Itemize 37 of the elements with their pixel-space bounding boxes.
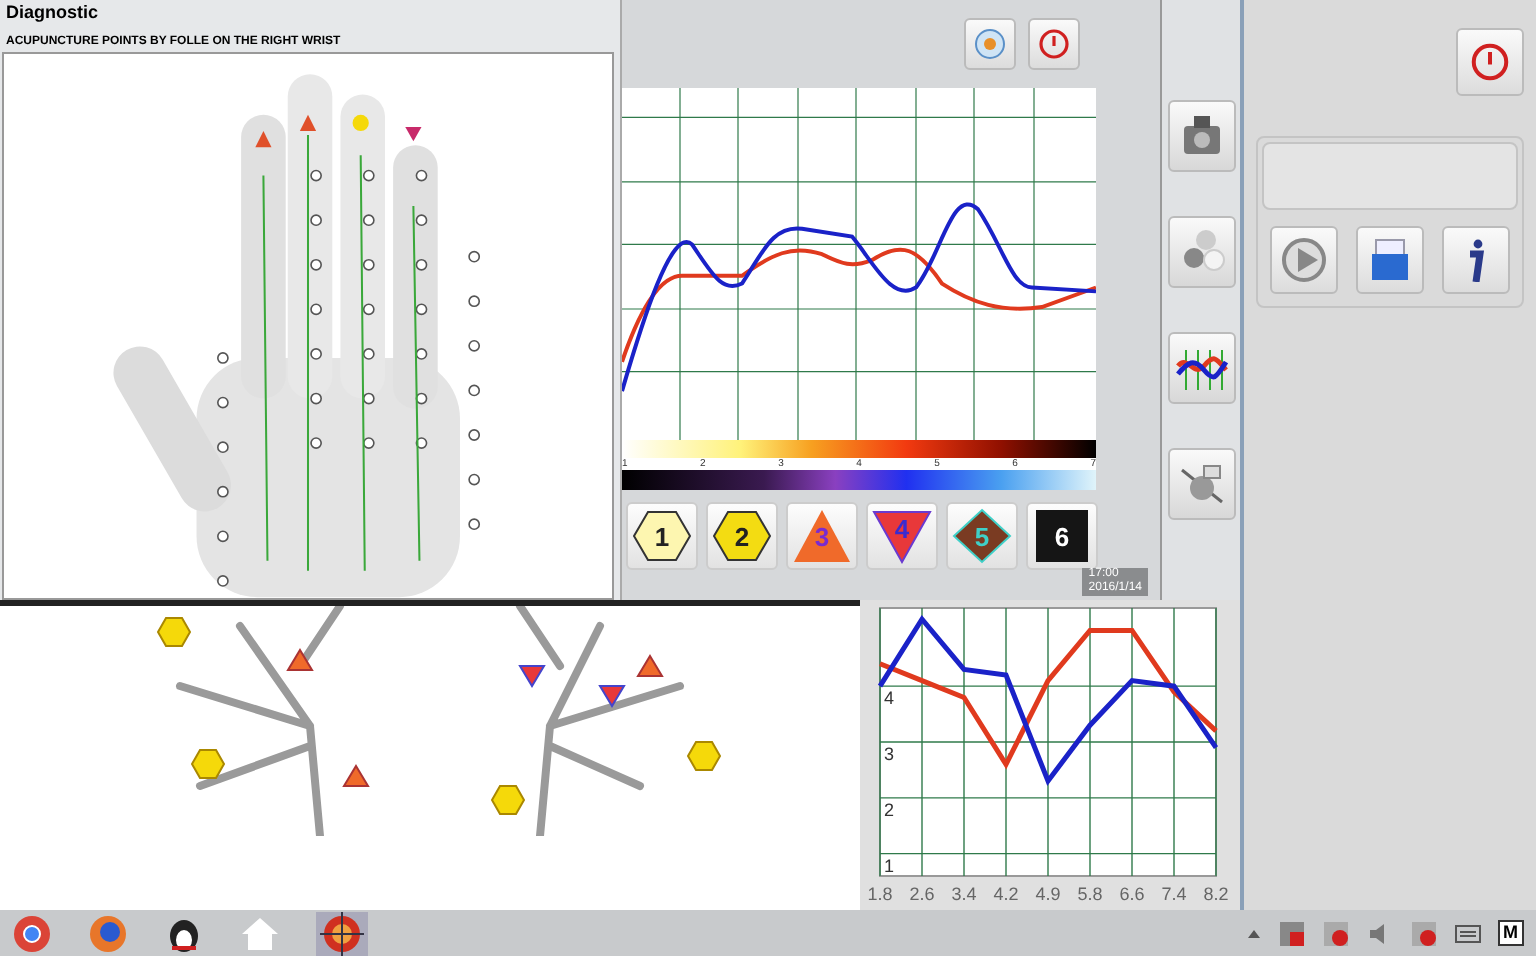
x-tick-label: 2.6 bbox=[909, 884, 935, 904]
y-tick-label: 4 bbox=[884, 688, 895, 709]
x-tick-label: 7.4 bbox=[1161, 884, 1187, 904]
x-tick-label: 4.9 bbox=[1035, 884, 1061, 904]
power-button[interactable] bbox=[1028, 18, 1080, 70]
y-tick-label: 3 bbox=[884, 744, 895, 764]
wave-chart-button[interactable] bbox=[1167, 332, 1235, 404]
network-icon[interactable] bbox=[1277, 919, 1305, 947]
input-method-button[interactable]: M bbox=[1497, 920, 1524, 946]
device-button[interactable] bbox=[1167, 448, 1235, 520]
window-title: Diagnostic bbox=[4, 0, 101, 26]
x-tick-label: 8.2 bbox=[1203, 884, 1229, 904]
round-app-icon[interactable] bbox=[88, 913, 128, 953]
up-arrow-icon[interactable] bbox=[1245, 925, 1261, 941]
network-icon[interactable] bbox=[1321, 919, 1349, 947]
power-icon bbox=[1038, 28, 1070, 60]
power-button[interactable] bbox=[1456, 28, 1524, 96]
info-icon bbox=[1465, 238, 1486, 282]
power-icon bbox=[1470, 42, 1510, 82]
x-tick-label: 3.4 bbox=[951, 884, 977, 904]
network-icon[interactable] bbox=[1409, 919, 1437, 947]
play-icon bbox=[1280, 236, 1329, 284]
disc-button[interactable] bbox=[964, 18, 1016, 70]
x-tick-label: 4.2 bbox=[993, 884, 1019, 904]
x-tick-label: 5.8 bbox=[1077, 884, 1103, 904]
round-app-icon[interactable] bbox=[12, 913, 52, 953]
x-tick-label: 1.8 bbox=[867, 884, 893, 904]
y-tick-label: 2 bbox=[884, 799, 895, 820]
archive-button[interactable] bbox=[1355, 226, 1424, 294]
y-tick-label: 1 bbox=[884, 855, 895, 876]
target-icon[interactable] bbox=[316, 911, 368, 955]
play-button[interactable] bbox=[1270, 226, 1339, 294]
camera-button[interactable] bbox=[1167, 100, 1235, 172]
keyboard-icon[interactable] bbox=[1453, 919, 1481, 947]
info-button[interactable] bbox=[1441, 226, 1510, 294]
x-tick-label: 6.6 bbox=[1119, 884, 1145, 904]
disc-icon bbox=[974, 28, 1006, 60]
